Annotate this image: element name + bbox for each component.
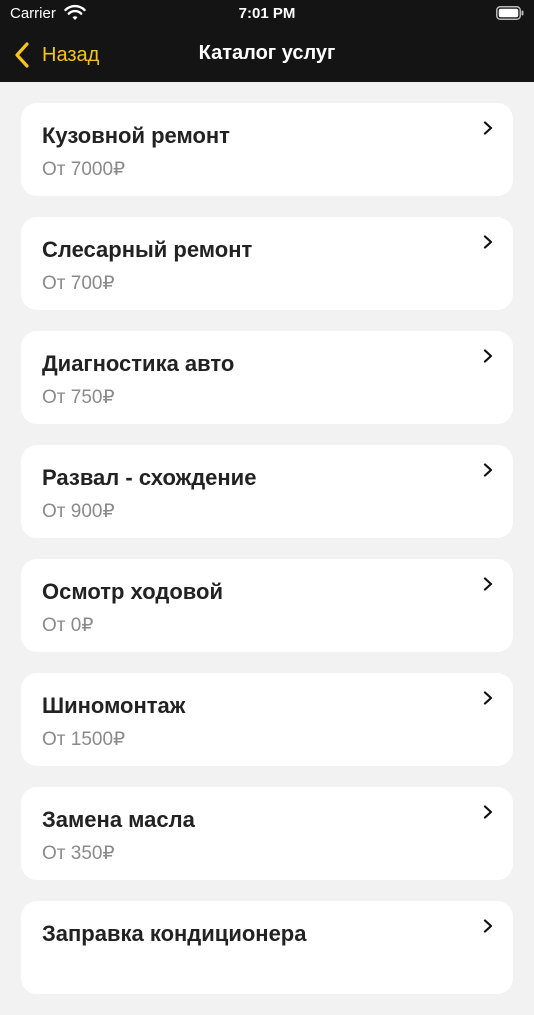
- service-price: От 1500₽: [42, 729, 126, 750]
- service-price: От 750₽: [42, 387, 115, 408]
- service-title: Диагностика авто: [42, 351, 235, 376]
- chevron-right-icon: [483, 919, 493, 933]
- service-title: Развал - схождение: [42, 465, 257, 490]
- service-title: Кузовной ремонт: [42, 123, 230, 148]
- chevron-right-icon: [483, 121, 493, 135]
- service-title: Шиномонтаж: [42, 693, 186, 718]
- status-bar: Carrier 7:01 PM: [0, 0, 534, 28]
- service-card-ac-refill[interactable]: Заправка кондиционера: [21, 901, 513, 994]
- service-card-tire-fitting[interactable]: Шиномонтаж От 1500₽: [21, 673, 513, 766]
- service-card-chassis-inspection[interactable]: Осмотр ходовой От 0₽: [21, 559, 513, 652]
- chevron-right-icon: [483, 691, 493, 705]
- service-price: От 700₽: [42, 273, 115, 294]
- service-price: От 7000₽: [42, 159, 126, 180]
- service-card-body-repair[interactable]: Кузовной ремонт От 7000₽: [21, 103, 513, 196]
- chevron-right-icon: [483, 577, 493, 591]
- service-title: Заправка кондиционера: [42, 921, 307, 946]
- status-time: 7:01 PM: [238, 5, 296, 22]
- top-bar: Carrier 7:01 PM Назад Каталог услуг: [0, 0, 534, 82]
- chevron-right-icon: [483, 805, 493, 819]
- service-title: Замена масла: [42, 807, 195, 832]
- service-card-oil-change[interactable]: Замена масла От 350₽: [21, 787, 513, 880]
- service-price: От 0₽: [42, 615, 94, 636]
- service-card-diagnostics[interactable]: Диагностика авто От 750₽: [21, 331, 513, 424]
- battery-icon: [496, 6, 524, 20]
- chevron-right-icon: [483, 349, 493, 363]
- service-price: От 900₽: [42, 501, 115, 522]
- page-title: Каталог услуг: [198, 42, 336, 64]
- navigation-bar: Назад Каталог услуг: [0, 28, 534, 82]
- chevron-right-icon: [483, 235, 493, 249]
- service-list: Кузовной ремонт От 7000₽ Слесарный ремон…: [21, 103, 513, 1015]
- chevron-right-icon: [483, 463, 493, 477]
- service-title: Осмотр ходовой: [42, 579, 223, 604]
- service-title: Слесарный ремонт: [42, 237, 253, 262]
- service-card-mechanical-repair[interactable]: Слесарный ремонт От 700₽: [21, 217, 513, 310]
- service-card-wheel-alignment[interactable]: Развал - схождение От 900₽: [21, 445, 513, 538]
- service-price: От 350₽: [42, 843, 115, 864]
